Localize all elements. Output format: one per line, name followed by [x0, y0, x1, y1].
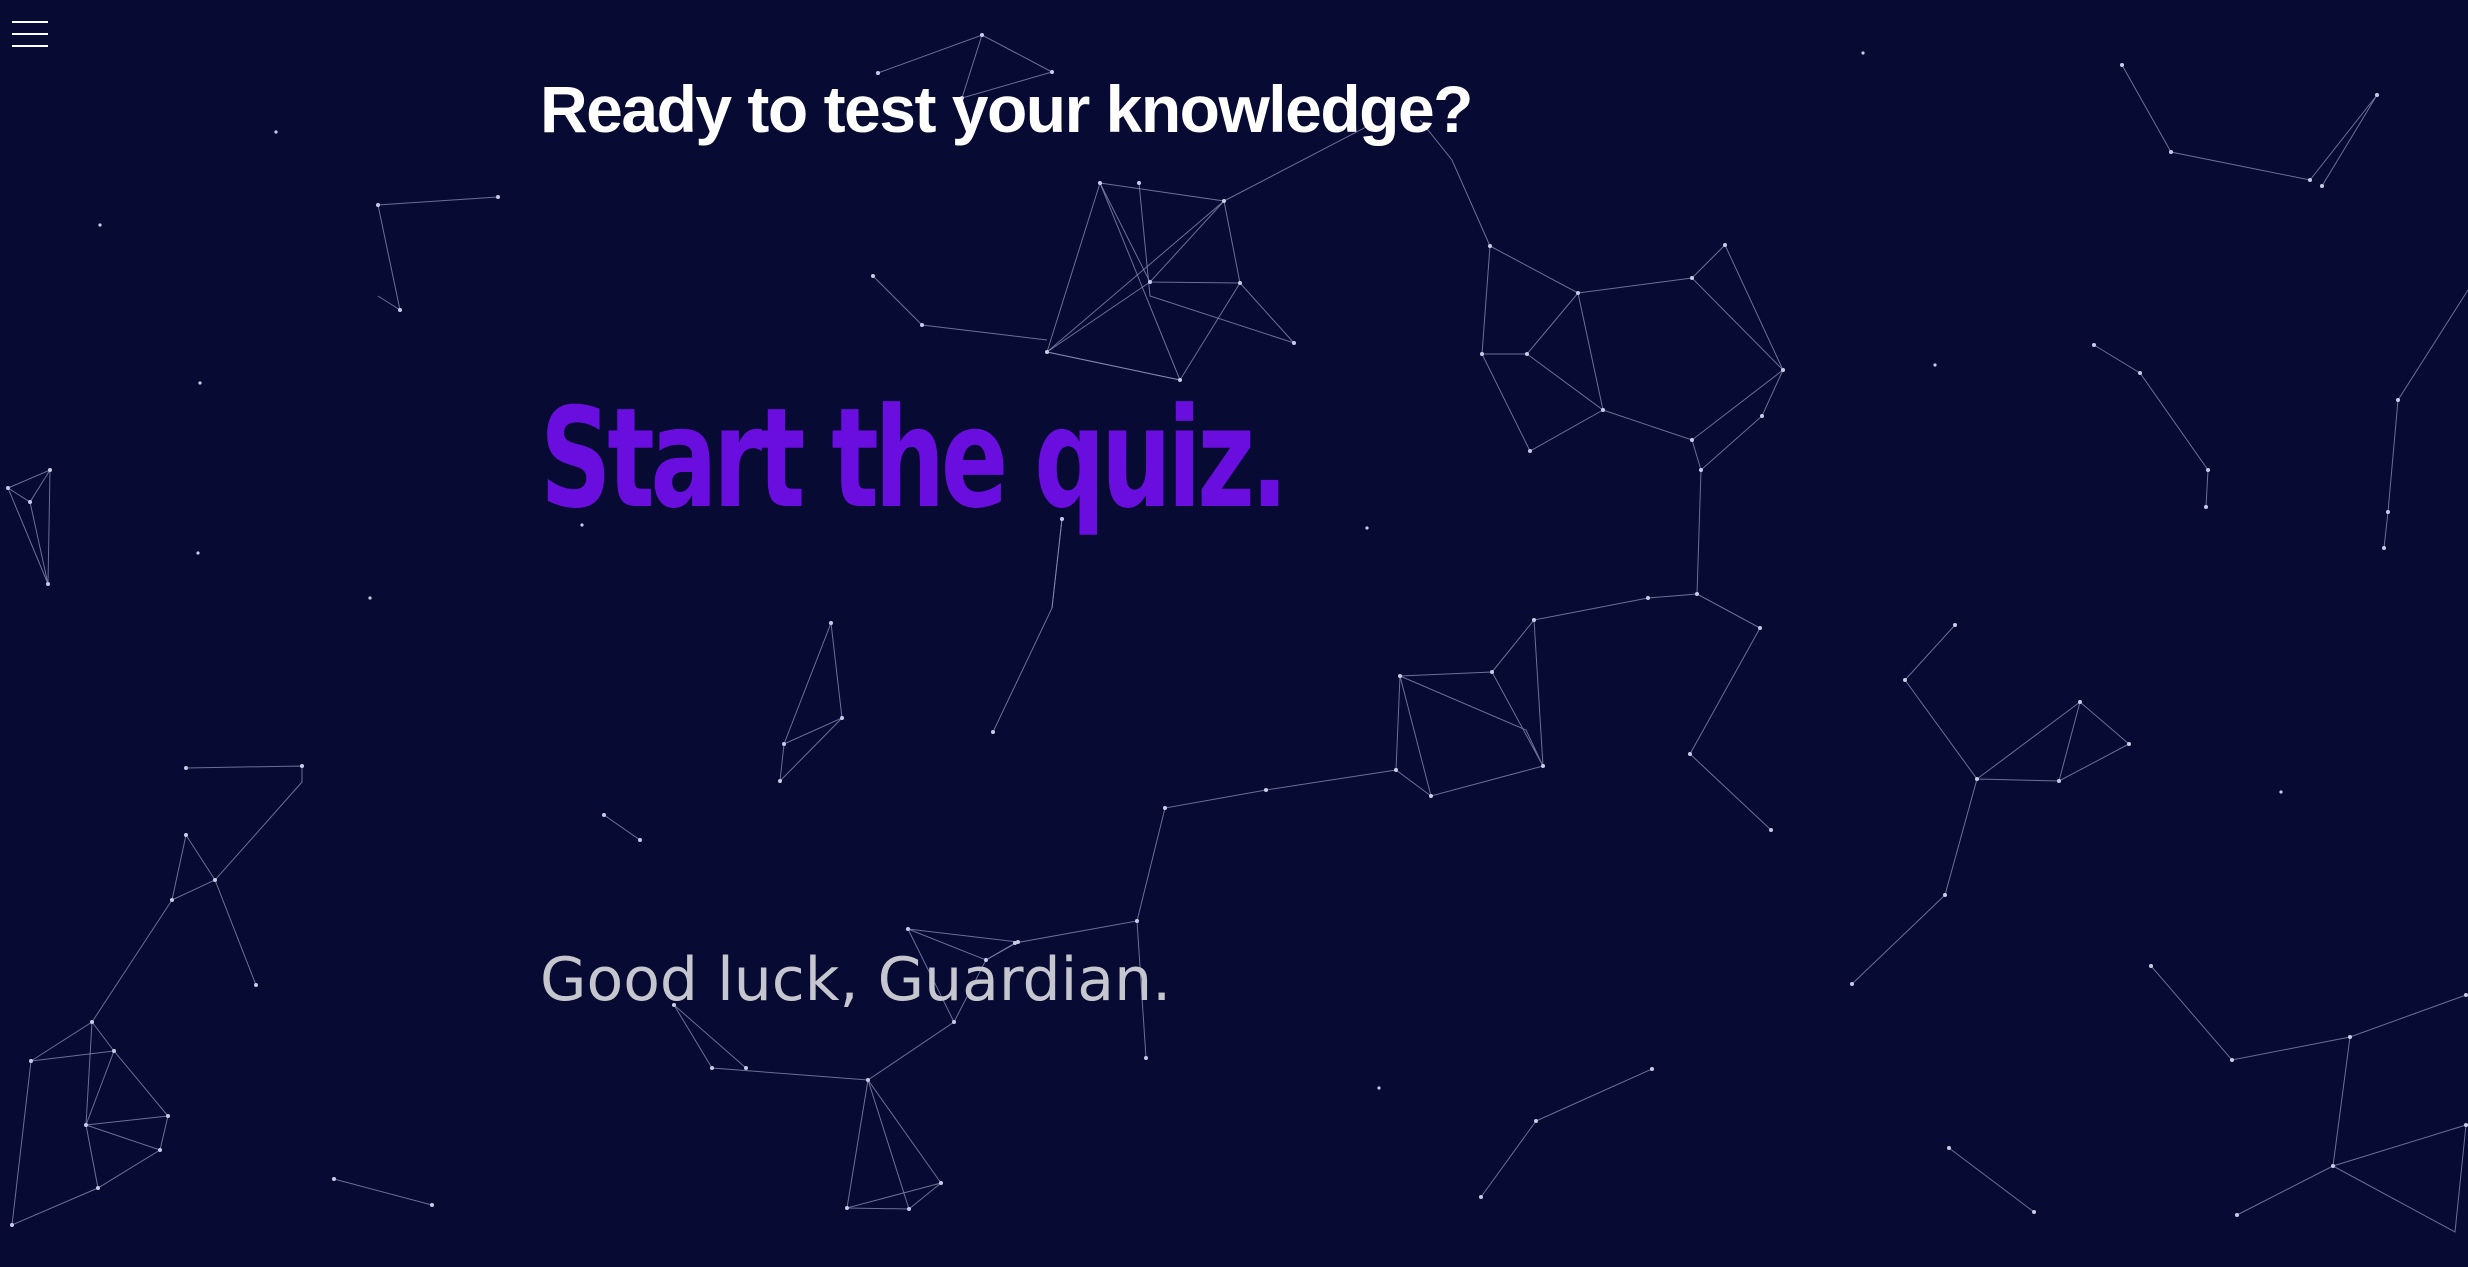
menu-button[interactable] — [10, 20, 50, 54]
page-heading: Ready to test your knowledge? — [540, 72, 1474, 146]
tagline: Good luck, Guardian. — [540, 945, 1172, 1015]
particle-network-background — [6, 33, 2468, 1233]
start-quiz-link[interactable]: Start the quiz. — [540, 390, 1288, 528]
hamburger-menu-icon — [12, 21, 48, 47]
